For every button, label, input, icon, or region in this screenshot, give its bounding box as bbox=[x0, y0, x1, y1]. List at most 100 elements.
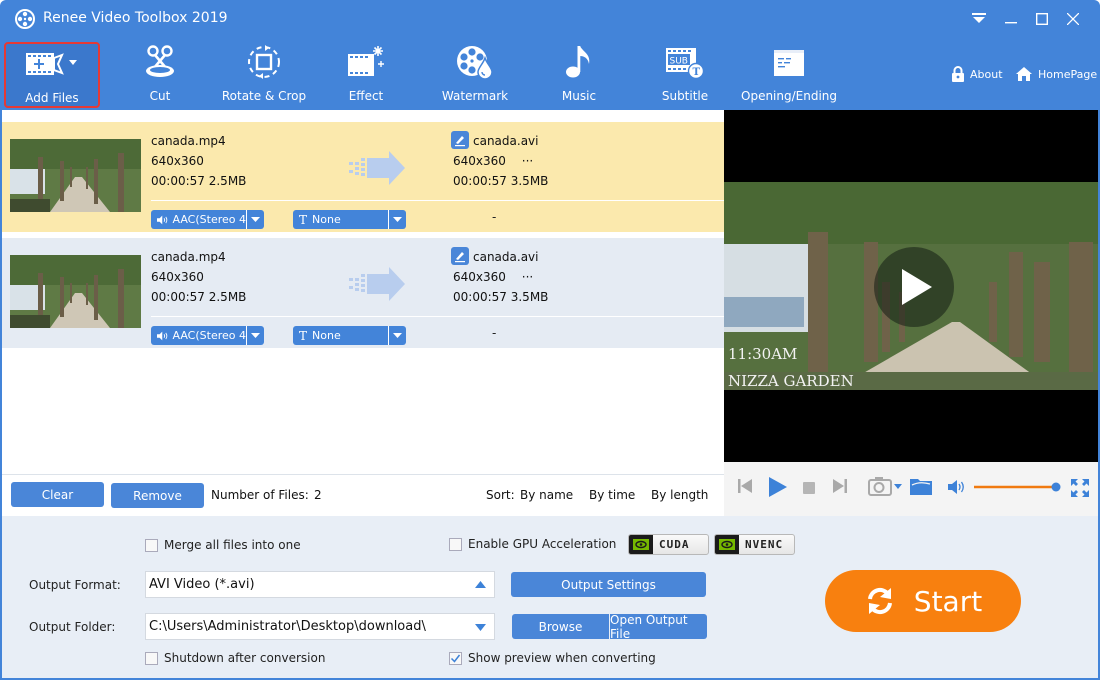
preview-frame: 11:30AM NIZZA GARDEN bbox=[724, 182, 1098, 390]
sort-by-name[interactable]: By name bbox=[520, 488, 573, 502]
remove-button[interactable]: Remove bbox=[111, 483, 204, 508]
chevron-down-icon bbox=[475, 624, 486, 631]
audio-track-select[interactable]: AAC(Stereo 4 bbox=[151, 210, 264, 229]
checkbox-box[interactable] bbox=[449, 651, 462, 665]
subtitle-select[interactable]: T None bbox=[293, 210, 406, 229]
add-files-button[interactable]: Add Files bbox=[4, 42, 100, 108]
checkbox-box[interactable] bbox=[145, 651, 158, 665]
file-list: canada.mp4 640x360 00:00:57 2.5MB canada… bbox=[2, 110, 724, 474]
maximize-button[interactable] bbox=[1031, 8, 1053, 30]
source-size: 2.5MB bbox=[208, 290, 247, 304]
next-icon[interactable] bbox=[833, 478, 847, 494]
about-link[interactable]: About bbox=[951, 66, 1003, 82]
homepage-link[interactable]: HomePage bbox=[1015, 66, 1097, 82]
subtitle-button[interactable]: SUB T Subtitle bbox=[656, 42, 714, 108]
opening-ending-button[interactable]: Opening/Ending bbox=[741, 42, 837, 108]
output-folder-label: Output Folder: bbox=[29, 620, 116, 634]
opening-ending-icon bbox=[774, 50, 804, 76]
minimize-icon bbox=[1005, 22, 1017, 24]
previous-icon[interactable] bbox=[738, 478, 752, 494]
about-label: About bbox=[970, 67, 1003, 81]
output-settings-button[interactable]: Output Settings bbox=[511, 572, 706, 597]
menu-dropdown-button[interactable] bbox=[968, 8, 990, 30]
svg-text:T: T bbox=[693, 67, 701, 78]
minimize-button[interactable] bbox=[1000, 8, 1022, 30]
gpu-acceleration-checkbox[interactable]: Enable GPU Acceleration bbox=[449, 537, 616, 551]
subtitle-select[interactable]: T None bbox=[293, 326, 406, 345]
source-info: 00:00:57 2.5MB bbox=[151, 287, 246, 307]
show-preview-checkbox[interactable]: Show preview when converting bbox=[449, 651, 656, 665]
home-icon bbox=[1016, 67, 1032, 81]
cut-button[interactable]: Cut bbox=[136, 42, 184, 108]
watermark-reel-icon bbox=[457, 46, 493, 80]
output-file-name: canada.avi bbox=[473, 134, 539, 148]
shutdown-checkbox[interactable]: Shutdown after conversion bbox=[145, 651, 325, 665]
open-output-file-button[interactable]: Open Output File bbox=[610, 613, 707, 641]
output-file: canada.avi bbox=[451, 247, 538, 267]
file-row[interactable]: canada.mp4 640x360 00:00:57 2.5MB canada… bbox=[2, 238, 724, 348]
source-file-name: canada.mp4 bbox=[151, 250, 226, 264]
output-format-select[interactable]: AVI Video (*.avi) bbox=[145, 571, 495, 598]
output-duration: 00:00:57 bbox=[453, 290, 507, 304]
edit-name-icon[interactable] bbox=[451, 131, 469, 149]
chevron-down-icon bbox=[894, 483, 902, 489]
snapshot-button[interactable] bbox=[868, 476, 902, 496]
checkbox-box[interactable] bbox=[449, 537, 462, 551]
close-icon bbox=[1067, 13, 1079, 25]
more-options-button[interactable]: ··· bbox=[522, 154, 533, 168]
output-folder-input[interactable]: C:\Users\Administrator\Desktop\download\ bbox=[145, 613, 495, 640]
audio-track-select[interactable]: AAC(Stereo 4 bbox=[151, 326, 264, 345]
edit-name-icon[interactable] bbox=[451, 247, 469, 265]
output-duration: 00:00:57 bbox=[453, 174, 507, 188]
chevron-down-icon bbox=[393, 333, 402, 338]
play-icon[interactable] bbox=[769, 477, 787, 497]
close-button[interactable] bbox=[1062, 8, 1084, 30]
window-title: Renee Video Toolbox 2019 bbox=[43, 10, 228, 26]
overlay-place-text: NIZZA GARDEN bbox=[728, 372, 854, 390]
sort-by-time[interactable]: By time bbox=[589, 488, 635, 502]
output-resolution: 640x360 bbox=[453, 154, 506, 168]
extra-value: - bbox=[492, 210, 497, 224]
sort-by-length[interactable]: By length bbox=[651, 488, 708, 502]
add-files-label: Add Files bbox=[25, 91, 79, 105]
rotate-crop-icon bbox=[248, 45, 280, 79]
opening-ending-label: Opening/Ending bbox=[741, 89, 838, 103]
overlay-time-text: 11:30AM bbox=[728, 345, 798, 363]
output-file-name: canada.avi bbox=[473, 250, 539, 264]
watermark-label: Watermark bbox=[441, 89, 509, 103]
volume-slider[interactable] bbox=[972, 481, 1062, 493]
source-resolution: 640x360 bbox=[151, 154, 204, 168]
browse-button[interactable]: Browse bbox=[512, 614, 609, 639]
merge-files-checkbox[interactable]: Merge all files into one bbox=[145, 538, 301, 552]
list-footer: Clear Remove Number of Files: 2 Sort: By… bbox=[2, 474, 724, 516]
fullscreen-icon[interactable] bbox=[1070, 478, 1090, 498]
effect-button[interactable]: Effect bbox=[340, 42, 392, 108]
video-thumbnail bbox=[10, 139, 141, 212]
stop-icon[interactable] bbox=[803, 482, 815, 494]
more-options-button[interactable]: ··· bbox=[522, 270, 533, 284]
clear-button[interactable]: Clear bbox=[11, 482, 104, 507]
cut-label: Cut bbox=[149, 89, 171, 103]
rotate-crop-button[interactable]: Rotate & Crop bbox=[220, 42, 308, 108]
music-button[interactable]: Music bbox=[555, 42, 603, 108]
text-t-icon: T bbox=[299, 328, 308, 343]
checkbox-box[interactable] bbox=[145, 538, 158, 552]
file-row[interactable]: canada.mp4 640x360 00:00:57 2.5MB canada… bbox=[2, 122, 724, 232]
start-button[interactable]: Start bbox=[825, 570, 1021, 632]
convert-arrow-icon bbox=[349, 151, 405, 185]
audio-track-value: AAC(Stereo 4 bbox=[172, 329, 246, 342]
volume-icon[interactable] bbox=[948, 480, 966, 494]
play-overlay-button[interactable] bbox=[874, 247, 954, 327]
volume-knob[interactable] bbox=[1051, 482, 1061, 492]
file-count-label: Number of Files: bbox=[211, 488, 309, 502]
file-count-value: 2 bbox=[314, 488, 322, 502]
open-folder-icon[interactable] bbox=[910, 477, 932, 495]
source-size: 2.5MB bbox=[208, 174, 247, 188]
watermark-button[interactable]: Watermark bbox=[440, 42, 510, 108]
subtitle-value: None bbox=[312, 329, 341, 342]
output-resolution: 640x360 bbox=[453, 270, 506, 284]
checkmark-icon bbox=[450, 654, 461, 663]
output-info: 00:00:57 3.5MB bbox=[453, 171, 548, 191]
start-label: Start bbox=[913, 584, 983, 618]
source-resolution: 640x360 bbox=[151, 270, 204, 284]
